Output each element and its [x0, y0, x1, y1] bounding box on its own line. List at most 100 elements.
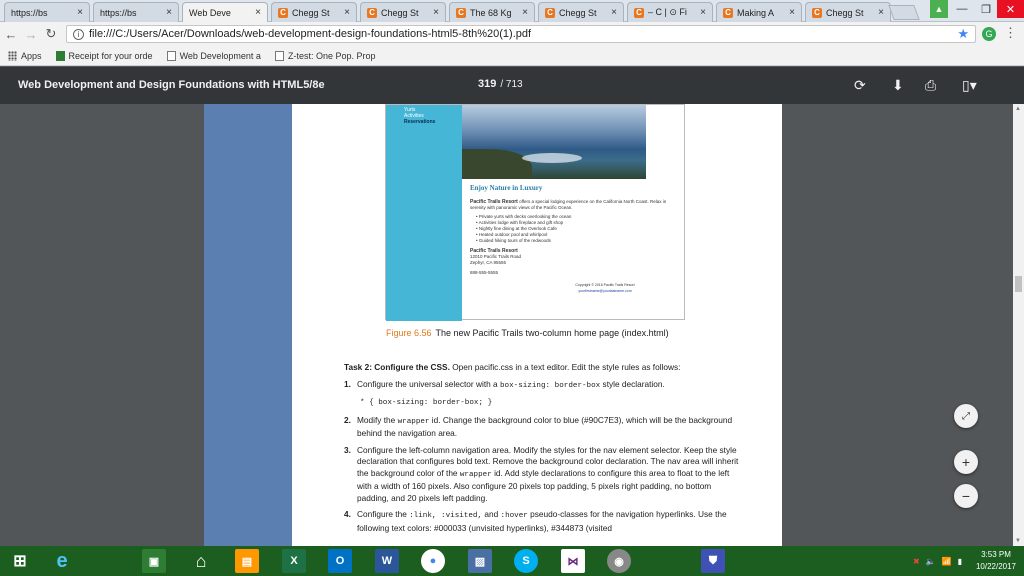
store-icon[interactable]: ▣: [142, 549, 166, 573]
figure-intro: Pacific Trails Resort offers a special l…: [470, 199, 667, 210]
tab-1[interactable]: https://bs ×: [93, 2, 179, 22]
task-heading: Task 2: Configure the CSS. Open pacific.…: [344, 362, 681, 372]
tab-title: Chegg St: [559, 7, 597, 18]
word-icon[interactable]: W: [375, 549, 399, 573]
wifi-icon[interactable]: 📶: [942, 557, 952, 566]
tab-9[interactable]: C Chegg St ×: [805, 2, 891, 22]
tab-8[interactable]: C Making A ×: [716, 2, 802, 22]
page-icon: [166, 50, 176, 61]
bookmark-menu-icon[interactable]: ▯▾: [962, 77, 977, 94]
minimize-icon[interactable]: —: [950, 0, 974, 18]
fit-page-icon[interactable]: ⤢: [954, 404, 978, 428]
photos-icon[interactable]: ▨: [468, 549, 492, 573]
tab-7[interactable]: C – C | ⊙ Fi ×: [627, 2, 713, 22]
taskbar: ⊞ e ▣ ⌂ ▤ X O W ● ▨ S ⋈ ◉ ⛊ ✖ 🔈 📶 ▮ 3:53…: [0, 546, 1024, 576]
rotate-icon[interactable]: ⟳: [854, 77, 866, 94]
bookmark-web-development[interactable]: Web Development a: [166, 50, 261, 61]
figure-label: Figure 6.56: [386, 328, 432, 338]
photo-rock: [462, 149, 532, 179]
tab-6[interactable]: C Chegg St ×: [538, 2, 624, 22]
code-line: * { box-sizing: border-box; }: [360, 399, 493, 407]
close-tab-icon[interactable]: ×: [164, 7, 174, 18]
close-tab-icon[interactable]: ×: [787, 7, 797, 18]
bookmark-star-icon[interactable]: ★: [957, 26, 969, 42]
new-tab-button[interactable]: [888, 5, 920, 20]
figure-nav: Yurts Activities Reservations: [404, 107, 435, 125]
print-icon[interactable]: ⎙: [925, 77, 936, 94]
extension-icon[interactable]: G: [982, 27, 996, 41]
task-step-4: 4. Configure the :link, :visited, and :ho…: [344, 509, 727, 533]
network-alert-icon[interactable]: ✖: [913, 557, 920, 566]
tab-title: Chegg St: [381, 7, 419, 18]
app-icon[interactable]: ▤: [235, 549, 259, 573]
figure-caption: Figure 6.56 The new Pacific Trails two-co…: [386, 328, 669, 338]
chrome-icon[interactable]: ●: [421, 549, 445, 573]
figure-phone: 888-555-5555: [470, 270, 499, 275]
media-icon[interactable]: ◉: [607, 549, 631, 573]
close-tab-icon[interactable]: ×: [253, 7, 263, 18]
pdf-page: Yurts Activities Reservations Enjoy Natu…: [292, 104, 782, 546]
tab-4[interactable]: C Chegg St ×: [360, 2, 446, 22]
security-icon[interactable]: ⛊: [701, 549, 725, 573]
chegg-icon: C: [723, 7, 733, 18]
home-icon[interactable]: ⌂: [189, 549, 213, 573]
zoom-out-icon[interactable]: −: [954, 484, 978, 508]
figure-screenshot: Yurts Activities Reservations Enjoy Natu…: [385, 104, 685, 321]
skype-icon[interactable]: S: [514, 549, 538, 573]
clock-date: 10/22/2017: [975, 562, 1017, 571]
pdf-viewport: Yurts Activities Reservations Enjoy Natu…: [0, 104, 1013, 546]
scroll-down-icon[interactable]: ▼: [1015, 538, 1021, 544]
tab-strip: https://bs × https://bs × Web Deve × C Chegg St…: [0, 0, 1024, 22]
close-tab-icon[interactable]: ×: [75, 7, 85, 18]
scroll-thumb[interactable]: [1015, 276, 1022, 292]
chegg-icon: C: [367, 7, 377, 18]
excel-icon[interactable]: X: [282, 549, 306, 573]
ocean-photo: [462, 105, 646, 179]
close-window-icon[interactable]: ✕: [997, 0, 1024, 18]
internet-explorer-icon[interactable]: e: [50, 549, 74, 573]
close-tab-icon[interactable]: ×: [698, 7, 708, 18]
forward-icon[interactable]: →: [22, 27, 40, 42]
vertical-scrollbar[interactable]: ▲ ▼: [1013, 104, 1024, 546]
bookmark-apps[interactable]: Apps: [8, 50, 42, 61]
page-number[interactable]: 319: [478, 78, 496, 90]
tab-title: https://bs: [100, 7, 137, 18]
battery-icon[interactable]: ▮: [958, 557, 962, 566]
receipt-icon: [55, 50, 65, 61]
clock[interactable]: 3:53 PM 10/22/2017: [968, 549, 1024, 573]
task-step-3: 3. Configure the left-column navigation a…: [344, 444, 739, 503]
tab-2[interactable]: Web Deve ×: [182, 2, 268, 22]
restore-icon[interactable]: ❐: [974, 0, 998, 18]
visual-studio-icon[interactable]: ⋈: [561, 549, 585, 573]
profile-icon[interactable]: ▲: [930, 0, 948, 18]
clock-time: 3:53 PM: [981, 550, 1011, 559]
task-step-1: 1. Configure the universal selector with …: [344, 378, 665, 390]
tab-0[interactable]: https://bs ×: [4, 2, 90, 22]
windows-start-icon[interactable]: ⊞: [8, 549, 32, 573]
tab-5[interactable]: C The 68 Kg ×: [449, 2, 535, 22]
tab-title: Making A: [737, 7, 775, 18]
close-tab-icon[interactable]: ×: [520, 7, 530, 18]
close-tab-icon[interactable]: ×: [342, 7, 352, 18]
reload-icon[interactable]: ↻: [42, 26, 60, 42]
back-icon[interactable]: ←: [2, 27, 20, 42]
apps-icon: [8, 50, 17, 61]
close-tab-icon[interactable]: ×: [876, 7, 886, 18]
tab-3[interactable]: C Chegg St ×: [271, 2, 357, 22]
close-tab-icon[interactable]: ×: [431, 7, 441, 18]
info-icon[interactable]: i: [73, 28, 84, 40]
figure-bullets: Private yurts with decks overlooking the…: [476, 214, 680, 244]
zoom-in-icon[interactable]: +: [954, 450, 978, 474]
outlook-icon[interactable]: O: [328, 549, 352, 573]
bookmark-receipt[interactable]: Receipt for your orde: [55, 50, 153, 61]
download-icon[interactable]: ⬇: [892, 77, 904, 94]
menu-icon[interactable]: ⋮: [1004, 25, 1017, 41]
url-input[interactable]: i file:///C:/Users/Acer/Downloads/web-de…: [66, 25, 976, 43]
chegg-icon: C: [278, 7, 288, 18]
volume-icon[interactable]: 🔈: [926, 557, 936, 566]
bookmark-z-test[interactable]: Z-test: One Pop. Prop: [274, 50, 376, 61]
close-tab-icon[interactable]: ×: [609, 7, 619, 18]
figure-nav-column: Yurts Activities Reservations: [386, 105, 462, 321]
scroll-up-icon[interactable]: ▲: [1015, 106, 1021, 112]
tab-title: Chegg St: [292, 7, 330, 18]
